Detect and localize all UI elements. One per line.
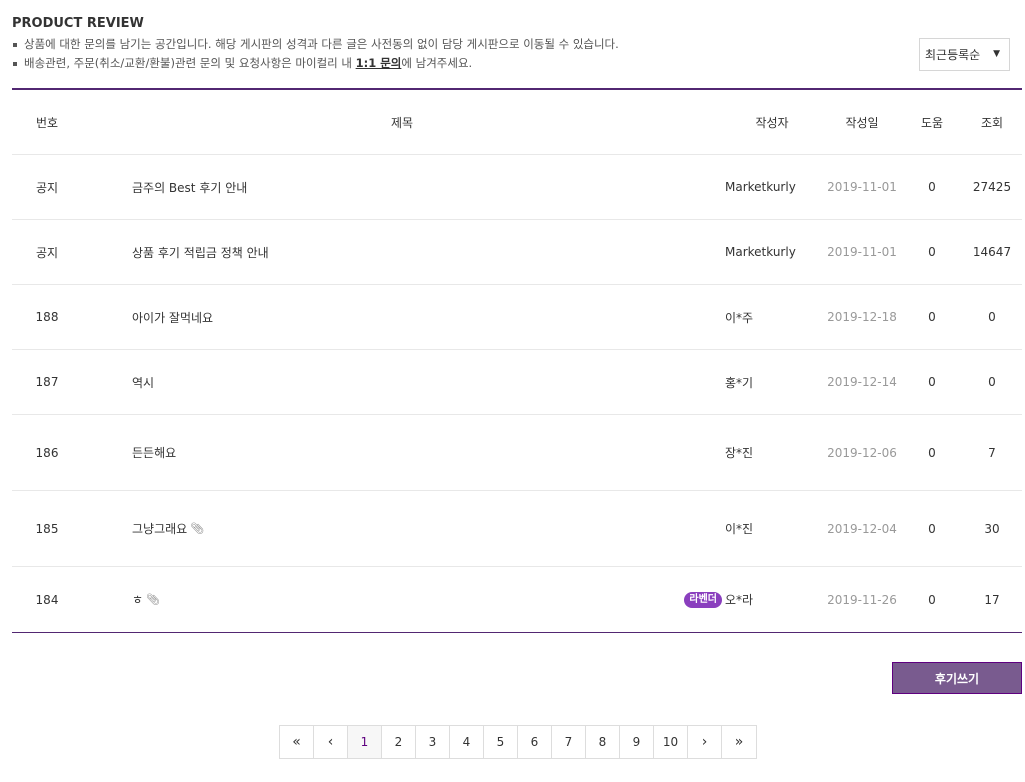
row-date: 2019-11-26 xyxy=(827,592,897,607)
header-writer: 작성자 xyxy=(755,115,789,130)
row-title[interactable]: 그냥그래요 📎︎ xyxy=(82,520,722,537)
prev-page-button[interactable]: ‹ xyxy=(314,726,348,758)
row-views: 17 xyxy=(984,592,1000,607)
row-title-text[interactable]: 금주의 Best 후기 안내 xyxy=(132,179,247,196)
row-help: 0 xyxy=(928,310,936,324)
header-help: 도움 xyxy=(920,115,944,130)
row-help: 0 xyxy=(928,180,936,194)
row-views: 0 xyxy=(988,375,996,389)
attachment-icon: 📎︎ xyxy=(146,593,161,606)
last-page-button[interactable]: » xyxy=(722,726,756,758)
row-no: 184 xyxy=(35,592,59,607)
page-button-1[interactable]: 1 xyxy=(348,726,382,758)
row-title-text[interactable]: 역시 xyxy=(132,374,154,391)
table-header-row: 번호 제목 작성자 작성일 도움 조회 xyxy=(12,90,1022,155)
row-date: 2019-12-06 xyxy=(827,445,897,460)
row-writer: 장*진 xyxy=(725,446,754,460)
row-date: 2019-12-14 xyxy=(827,375,897,389)
row-writer: Marketkurly xyxy=(725,245,796,259)
notice-item: 상품에 대한 문의를 남기는 공간입니다. 해당 게시판의 성격과 다른 글은 … xyxy=(12,35,1022,54)
next-page-button[interactable]: › xyxy=(688,726,722,758)
notice-item: 배송관련, 주문(취소/교환/환불)관련 문의 및 요청사항은 마이컬리 내 1… xyxy=(12,54,1022,73)
row-title[interactable]: 아이가 잘먹네요 xyxy=(82,309,722,326)
row-views: 0 xyxy=(988,310,996,324)
table-row[interactable]: 185 그냥그래요 📎︎ 이*진 2019-12-04 0 30 xyxy=(12,491,1022,567)
table-row[interactable]: 188 아이가 잘먹네요 이*주 2019-12-18 0 0 xyxy=(12,285,1022,350)
row-title[interactable]: 금주의 Best 후기 안내 xyxy=(82,179,722,196)
row-help: 0 xyxy=(928,375,936,389)
row-views: 30 xyxy=(984,521,1000,536)
row-title-text[interactable]: 아이가 잘먹네요 xyxy=(132,309,213,326)
notice-text: 상품에 대한 문의를 남기는 공간입니다. 해당 게시판의 성격과 다른 글은 … xyxy=(24,37,619,51)
row-title[interactable]: 상품 후기 적립금 정책 안내 xyxy=(82,244,722,261)
page-button-10[interactable]: 10 xyxy=(654,726,688,758)
page-button-6[interactable]: 6 xyxy=(518,726,552,758)
row-views: 27425 xyxy=(972,180,1012,194)
table-row[interactable]: 186 든든해요 장*진 2019-12-06 0 7 xyxy=(12,415,1022,491)
page-button-4[interactable]: 4 xyxy=(450,726,484,758)
grade-badge: 라벤더 xyxy=(684,591,722,608)
row-writer: Marketkurly xyxy=(725,180,796,194)
page-button-7[interactable]: 7 xyxy=(552,726,586,758)
row-no: 188 xyxy=(35,310,59,324)
review-header: PRODUCT REVIEW 상품에 대한 문의를 남기는 공간입니다. 해당 … xyxy=(12,16,1022,73)
notice-text-suffix: 에 남겨주세요. xyxy=(401,56,473,70)
row-title-text[interactable]: 상품 후기 적립금 정책 안내 xyxy=(132,244,269,261)
row-writer: 이*주 xyxy=(725,310,754,325)
row-date: 2019-11-01 xyxy=(827,245,897,259)
review-table: 번호 제목 작성자 작성일 도움 조회 공지 금주의 Best 후기 안내 Ma… xyxy=(12,88,1022,633)
row-views: 14647 xyxy=(972,245,1012,259)
row-views: 7 xyxy=(988,445,996,460)
first-page-button[interactable]: « xyxy=(280,726,314,758)
table-row[interactable]: 공지 금주의 Best 후기 안내 Marketkurly 2019-11-01… xyxy=(12,155,1022,220)
page-button-5[interactable]: 5 xyxy=(484,726,518,758)
row-title-text[interactable]: 그냥그래요 xyxy=(132,520,187,537)
row-no: 공지 xyxy=(35,245,59,260)
sort-selected-value: 최근등록순 xyxy=(925,48,981,62)
row-no: 186 xyxy=(35,445,59,460)
row-no: 187 xyxy=(35,375,59,389)
row-date: 2019-12-04 xyxy=(827,521,897,536)
row-writer: 이*진 xyxy=(725,522,754,536)
row-date: 2019-12-18 xyxy=(827,310,897,324)
row-title[interactable]: ㅎ 📎︎ 라벤더 xyxy=(82,591,722,608)
row-writer: 홍*기 xyxy=(725,375,754,390)
row-help: 0 xyxy=(928,445,936,460)
page-button-9[interactable]: 9 xyxy=(620,726,654,758)
page-title: PRODUCT REVIEW xyxy=(12,16,144,31)
notice-list: 상품에 대한 문의를 남기는 공간입니다. 해당 게시판의 성격과 다른 글은 … xyxy=(12,35,1022,73)
one-on-one-inquiry-link[interactable]: 1:1 문의 xyxy=(356,56,402,70)
table-row[interactable]: 184 ㅎ 📎︎ 라벤더 오*라 2019-11-26 0 17 xyxy=(12,567,1022,632)
sort-select[interactable]: 최근등록순 ▼ xyxy=(919,38,1010,71)
table-row[interactable]: 187 역시 홍*기 2019-12-14 0 0 xyxy=(12,350,1022,415)
row-date: 2019-11-01 xyxy=(827,180,897,194)
page-button-8[interactable]: 8 xyxy=(586,726,620,758)
row-no: 185 xyxy=(35,521,59,536)
page-button-3[interactable]: 3 xyxy=(416,726,450,758)
chevron-down-icon: ▼ xyxy=(993,49,1000,59)
row-title-text[interactable]: 든든해요 xyxy=(132,444,176,461)
row-title[interactable]: 든든해요 xyxy=(82,444,722,461)
row-help: 0 xyxy=(928,592,936,607)
row-title-text[interactable]: ㅎ xyxy=(132,591,143,608)
notice-text-prefix: 배송관련, 주문(취소/교환/환불)관련 문의 및 요청사항은 마이컬리 내 xyxy=(24,56,356,70)
header-title: 제목 xyxy=(390,115,414,130)
attachment-icon: 📎︎ xyxy=(190,522,205,535)
row-no: 공지 xyxy=(35,180,59,195)
row-title[interactable]: 역시 xyxy=(82,374,722,391)
row-help: 0 xyxy=(928,521,936,536)
header-date: 작성일 xyxy=(845,115,879,130)
page-button-2[interactable]: 2 xyxy=(382,726,416,758)
pagination: « ‹ 1 2 3 4 5 6 7 8 9 10 › » xyxy=(279,725,757,759)
row-help: 0 xyxy=(928,245,936,259)
table-row[interactable]: 공지 상품 후기 적립금 정책 안내 Marketkurly 2019-11-0… xyxy=(12,220,1022,285)
header-no: 번호 xyxy=(35,115,59,130)
write-review-button[interactable]: 후기쓰기 xyxy=(892,662,1022,694)
row-writer: 오*라 xyxy=(725,593,754,607)
header-views: 조회 xyxy=(980,115,1004,130)
